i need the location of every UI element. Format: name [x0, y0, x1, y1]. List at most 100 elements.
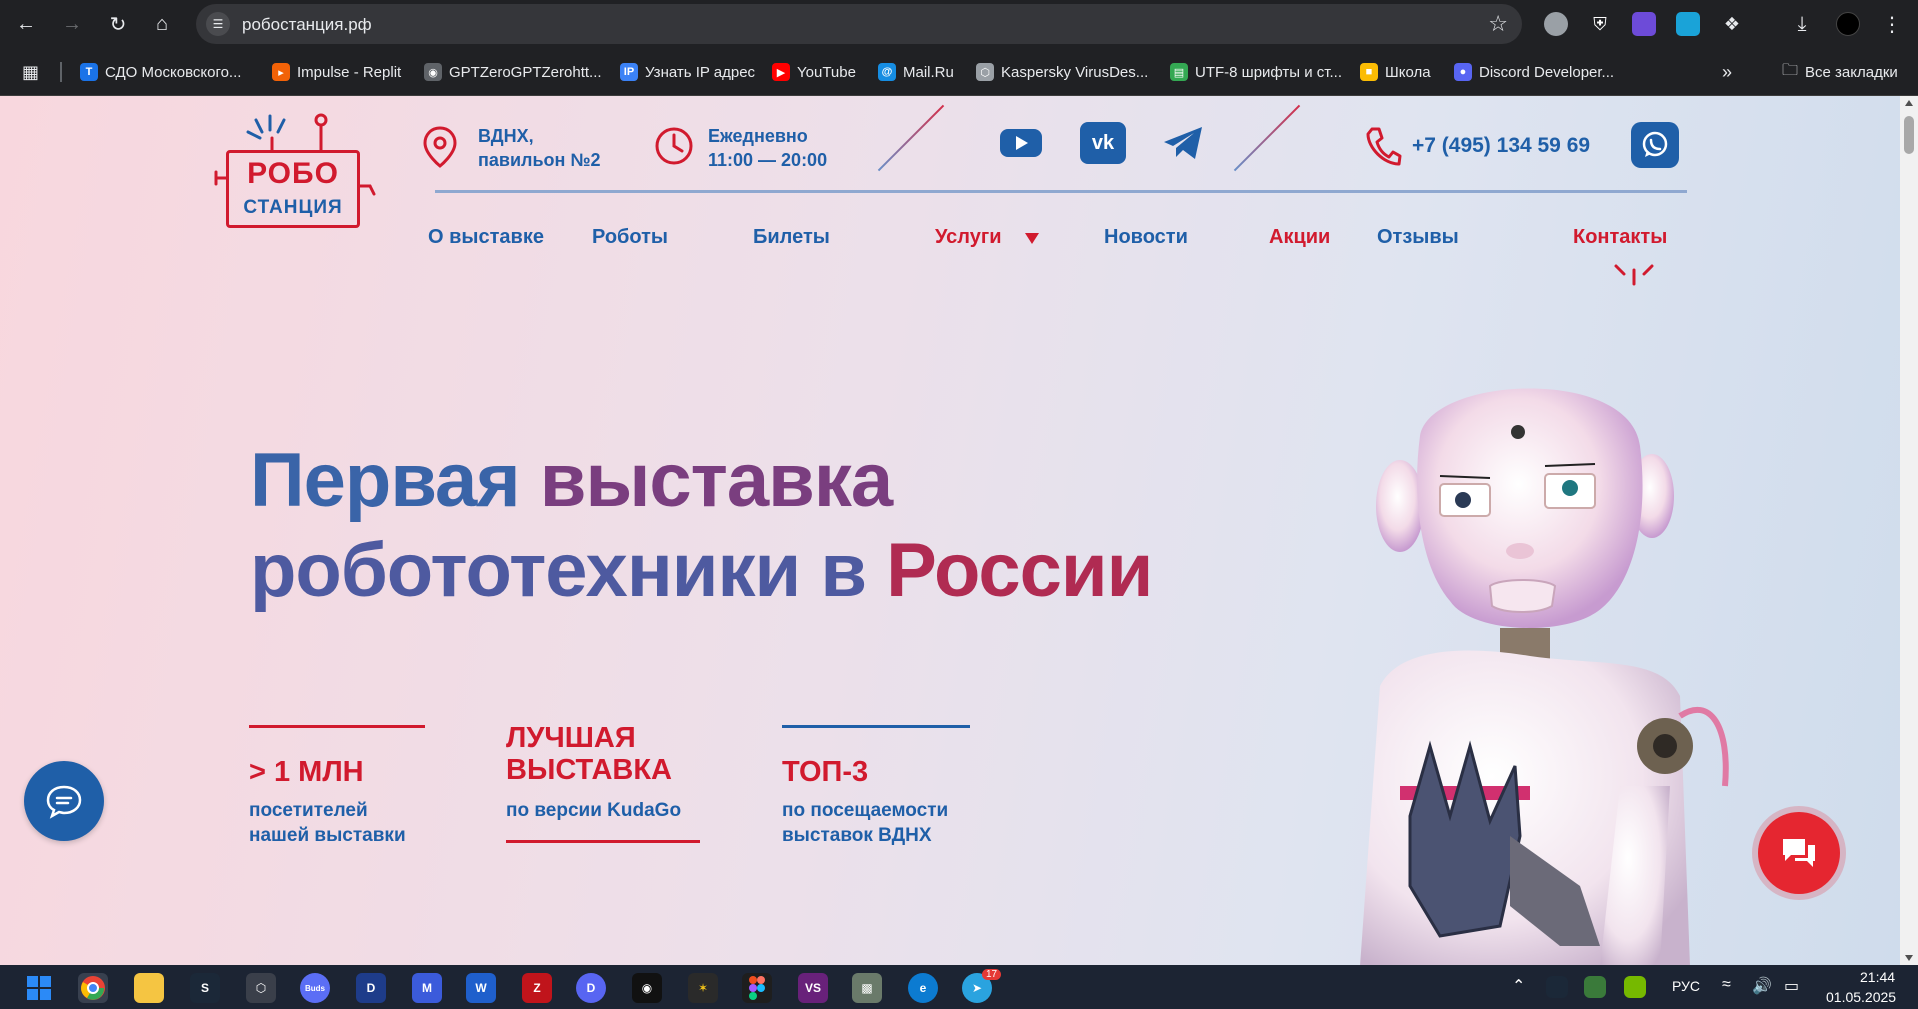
bookmark-item[interactable]: ■ Школа: [1360, 61, 1431, 83]
stat-1-caption: посетителей нашей выставки: [249, 798, 406, 848]
filezilla-icon[interactable]: Z: [522, 973, 552, 1003]
downloads-icon[interactable]: ⤓: [1790, 12, 1814, 36]
scroll-down-arrow-icon[interactable]: [1905, 955, 1913, 961]
stat-3-caption: по посещаемости выставок ВДНХ: [782, 798, 948, 848]
youtube-icon: [1000, 129, 1042, 157]
all-bookmarks-button[interactable]: 🗀 Все закладки: [1782, 61, 1898, 83]
chat-widget-button[interactable]: [24, 761, 104, 841]
stat-2-value: ЛУЧШАЯ ВЫСТАВКА: [506, 722, 672, 786]
apps-grid-icon[interactable]: ▦: [22, 61, 39, 83]
bookmark-item[interactable]: ▸ Impulse - Replit: [272, 61, 401, 83]
reload-button[interactable]: ↻: [102, 8, 134, 40]
visual-studio-icon[interactable]: VS: [798, 973, 828, 1003]
more-bookmarks-button[interactable]: »: [1722, 61, 1732, 83]
bookmark-label: СДО Московского...: [105, 63, 242, 81]
menu-item-promotions[interactable]: Акции: [1269, 226, 1330, 249]
profile-avatar[interactable]: [1836, 12, 1860, 36]
menu-item-tickets[interactable]: Билеты: [753, 226, 830, 249]
menu-item-services[interactable]: Услуги: [935, 226, 1002, 249]
phone-number[interactable]: +7 (495) 134 59 69: [1412, 134, 1590, 158]
tray-app-icon[interactable]: [1584, 976, 1606, 998]
github-desktop-icon[interactable]: ◉: [632, 973, 662, 1003]
url-text[interactable]: робостанция.рф: [242, 15, 372, 35]
app-hexagon-icon[interactable]: ⬡: [246, 973, 276, 1003]
extensions-puzzle-icon[interactable]: ❖: [1720, 12, 1744, 36]
vk-link[interactable]: vk: [1080, 122, 1126, 164]
wifi-icon[interactable]: ≈: [1722, 976, 1731, 994]
home-button[interactable]: ⌂: [146, 8, 178, 40]
steam-icon[interactable]: S: [190, 973, 220, 1003]
file-explorer-icon[interactable]: [134, 973, 164, 1003]
site-logo[interactable]: РОБО СТАНЦИЯ: [212, 110, 380, 234]
browser-toolbar: ← → ↻ ⌂ ☰ робостанция.рф ☆ ⛨ ❖ ⤓ ⋮: [0, 0, 1918, 48]
page-scrollbar[interactable]: [1900, 96, 1918, 965]
shield-extension-icon[interactable]: ⛨: [1588, 12, 1612, 36]
windows-start-icon[interactable]: [24, 973, 54, 1003]
whatsapp-link[interactable]: [1631, 122, 1679, 168]
clock-date[interactable]: 01.05.2025: [1826, 989, 1896, 1005]
youtube-link[interactable]: [998, 122, 1044, 164]
back-button[interactable]: ←: [10, 8, 42, 40]
menu-item-news[interactable]: Новости: [1104, 226, 1188, 249]
davinci-icon[interactable]: D: [356, 973, 386, 1003]
nvidia-icon[interactable]: [1624, 976, 1646, 998]
clock-time[interactable]: 21:44: [1860, 969, 1895, 985]
bookmark-item[interactable]: ▶ YouTube: [772, 61, 856, 83]
word-icon[interactable]: W: [466, 973, 496, 1003]
bookmark-item[interactable]: ▤ UTF-8 шрифты и ст...: [1170, 61, 1342, 83]
stat-1-caption-line-1: посетителей: [249, 800, 368, 821]
bookmark-star-icon[interactable]: ☆: [1488, 11, 1508, 37]
support-chat-button[interactable]: [1758, 812, 1840, 894]
services-dropdown-arrow-icon[interactable]: [1025, 233, 1039, 244]
header-slash-divider-2: [1233, 104, 1301, 172]
scroll-up-arrow-icon[interactable]: [1905, 100, 1913, 106]
address-bar[interactable]: ☰ робостанция.рф ☆: [196, 4, 1522, 44]
menu-item-reviews[interactable]: Отзывы: [1377, 226, 1459, 249]
volume-icon[interactable]: 🔊: [1752, 976, 1772, 996]
terminal-window-icon[interactable]: ▩: [852, 973, 882, 1003]
discord-taskbar-icon[interactable]: D: [576, 973, 606, 1003]
hero-word-3: робототехники в: [250, 528, 867, 613]
menu-dots-icon[interactable]: ⋮: [1880, 12, 1904, 36]
spark-app-icon[interactable]: ✶: [688, 973, 718, 1003]
telegram-icon: [1164, 127, 1202, 159]
bookmark-item[interactable]: T СДО Московского...: [80, 61, 241, 83]
hero-word-2: выставка: [539, 438, 893, 523]
proton-extension-icon[interactable]: [1632, 12, 1656, 36]
tray-chevron-icon[interactable]: ⌃: [1512, 976, 1525, 996]
site-info-icon[interactable]: ☰: [206, 12, 230, 36]
mathcad-icon[interactable]: M: [412, 973, 442, 1003]
bookmark-item[interactable]: @ Mail.Ru: [878, 61, 954, 83]
discord-icon: ●: [1454, 63, 1472, 81]
bookmark-item[interactable]: ◉ GPTZeroGPTZerohtt...: [424, 61, 602, 83]
stat-2-line: [506, 840, 700, 843]
screenshot-extension-icon[interactable]: [1676, 12, 1700, 36]
vk-icon: vk: [1091, 131, 1115, 154]
menu-item-robots[interactable]: Роботы: [592, 226, 668, 249]
sdo-icon: T: [80, 63, 98, 81]
ip-icon: IP: [620, 63, 638, 81]
edge-icon[interactable]: e: [908, 973, 938, 1003]
forward-button[interactable]: →: [56, 8, 88, 40]
extension-globe-icon[interactable]: [1544, 12, 1568, 36]
telegram-link[interactable]: [1160, 122, 1206, 164]
bookmark-item[interactable]: IP Узнать IP адрес: [620, 61, 755, 83]
figma-icon[interactable]: [742, 973, 772, 1003]
robot-hero-image: [1360, 388, 1729, 965]
scrollbar-thumb[interactable]: [1904, 116, 1914, 154]
tray-steam-icon[interactable]: [1546, 976, 1568, 998]
chrome-taskbar-icon[interactable]: [78, 973, 108, 1003]
webpage: РОБО СТАНЦИЯ ВДНХ, павильон №2 Ежедневно…: [0, 96, 1900, 965]
replit-icon: ▸: [272, 63, 290, 81]
bookmark-item[interactable]: ⬡ Kaspersky VirusDes...: [976, 61, 1148, 83]
logo-text-stanciya: СТАНЦИЯ: [243, 197, 343, 218]
bookmark-label: Discord Developer...: [1479, 63, 1615, 81]
battery-icon[interactable]: ▭: [1784, 976, 1799, 996]
menu-item-about[interactable]: О выставке: [428, 226, 544, 249]
menu-item-contacts[interactable]: Контакты: [1573, 226, 1667, 249]
language-indicator[interactable]: РУС: [1672, 978, 1700, 994]
bookmark-item[interactable]: ● Discord Developer...: [1454, 61, 1614, 83]
stat-3-caption-line-1: по посещаемости: [782, 800, 949, 821]
buds-icon[interactable]: Buds: [300, 973, 330, 1003]
logo-text-robo: РОБО: [247, 157, 339, 190]
